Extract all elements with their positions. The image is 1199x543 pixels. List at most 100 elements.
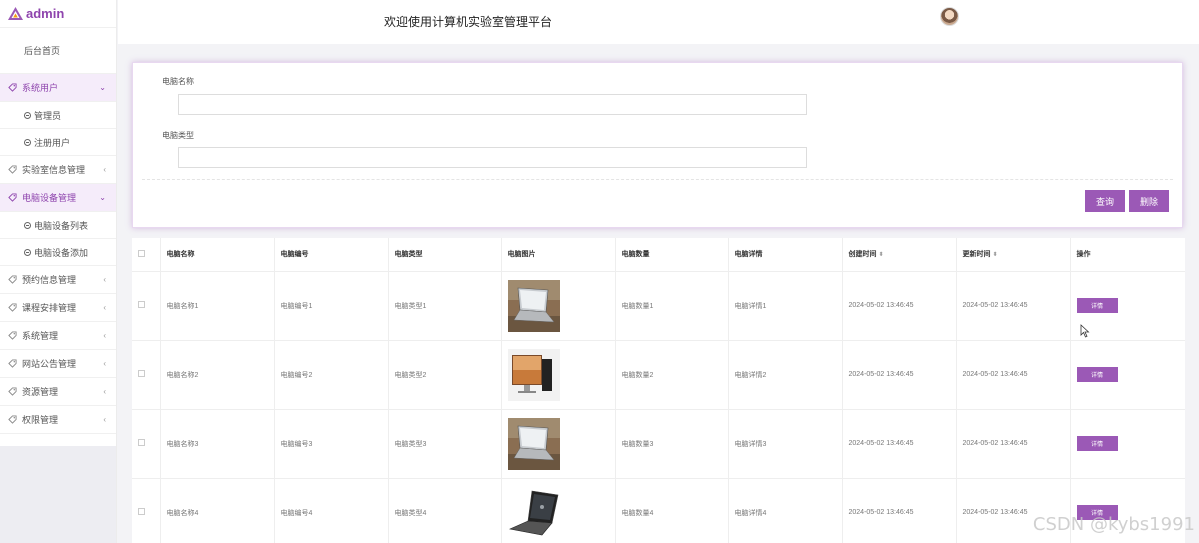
sidebar-group-label: 实验室信息管理 — [22, 165, 86, 175]
chevron-left-icon: ‹ — [103, 415, 106, 424]
cell-code: 电脑编号4 — [274, 478, 389, 543]
sidebar-item-home[interactable]: 后台首页 — [0, 28, 116, 74]
sidebar-group-1[interactable]: 实验室信息管理 ‹ — [0, 156, 116, 184]
page-title: 欢迎使用计算机实验室管理平台 — [384, 15, 553, 29]
sidebar-menu: 后台首页 系统用户 ⌄ 管理员注册用户实验室信息管理 ‹ 电脑设备管理 ⌄ 电脑设备列表电脑… — [0, 28, 116, 434]
sidebar-group-5[interactable]: 系统管理 ‹ — [0, 322, 116, 350]
computer-type-label: 电脑类型 — [162, 131, 194, 140]
sidebar: admin 后台首页 系统用户 ⌄ 管理员 注册用户 实验室信息管理 ‹ 电脑设备管理 ⌄ 电脑… — [0, 0, 117, 543]
sidebar-group-label: 系统管理 — [22, 331, 59, 341]
detail-button[interactable]: 详情 — [1076, 298, 1118, 313]
select-all-cell[interactable] — [132, 238, 161, 272]
computer-name-input[interactable] — [178, 94, 807, 115]
mouse-cursor-icon — [1080, 324, 1090, 338]
cell-created: 2024-05-02 13:46:45 — [842, 271, 957, 341]
cell-image — [501, 409, 616, 479]
row-checkbox[interactable] — [138, 301, 145, 308]
chevron-down-icon: ⌄ — [99, 83, 106, 92]
cell-qty: 电脑数量3 — [615, 409, 729, 479]
sidebar-group-label: 课程安排管理 — [22, 303, 77, 313]
row-select-cell[interactable] — [132, 340, 161, 410]
sidebar-group-0[interactable]: 系统用户 ⌄ — [0, 74, 116, 102]
cell-code: 电脑编号3 — [274, 409, 389, 479]
cell-updated: 2024-05-02 13:46:45 — [956, 340, 1071, 410]
sidebar-subitem-0-1[interactable]: 注册用户 — [0, 129, 116, 156]
table-row[interactable]: 电脑名称3 电脑编号3 电脑类型3 电脑数量3 电脑详情3 2024-05-02 13:4… — [132, 409, 1185, 479]
sidebar-subitem-2-1[interactable]: 电脑设备添加 — [0, 239, 116, 266]
row-checkbox[interactable] — [138, 370, 145, 377]
sidebar-subitem-label: 注册用户 — [34, 137, 71, 148]
computer-image — [507, 417, 615, 470]
panel-divider — [142, 179, 1173, 180]
top-header: 欢迎使用计算机实验室管理平台 — [118, 0, 1199, 44]
chevron-down-icon: ⌄ — [99, 193, 106, 202]
updated-label: 更新时间 — [962, 251, 991, 259]
sidebar-empty-area — [0, 446, 116, 543]
select-all-checkbox[interactable] — [138, 249, 145, 257]
column-header-created[interactable]: 创建时间 ⬍ — [842, 238, 957, 272]
table-row[interactable]: 电脑名称1 电脑编号1 电脑类型1 电脑数量1 电脑详情1 2024-05-02 13:4… — [132, 271, 1185, 341]
tag-icon — [8, 83, 17, 92]
logo[interactable]: admin — [0, 0, 116, 28]
tag-icon — [8, 165, 17, 174]
cell-image — [501, 478, 616, 543]
logo-icon — [8, 7, 23, 20]
table-row[interactable]: 电脑名称4 电脑编号4 电脑类型4 电脑数量4 电脑详情4 2024-05-02 13:4… — [132, 478, 1185, 543]
logo-text: admin — [26, 6, 65, 21]
cell-created: 2024-05-02 13:46:45 — [842, 409, 957, 479]
column-header-name: 电脑名称 — [160, 238, 275, 272]
sidebar-group-label: 网站公告管理 — [22, 359, 77, 369]
row-checkbox[interactable] — [138, 439, 145, 446]
row-checkbox[interactable] — [138, 508, 145, 515]
column-header-type: 电脑类型 — [388, 238, 502, 272]
column-header-updated[interactable]: 更新时间 ⬍ — [956, 238, 1071, 272]
sidebar-group-3[interactable]: 预约信息管理 ‹ — [0, 266, 116, 294]
tag-icon — [8, 193, 17, 202]
sort-icon[interactable]: ⬍ — [879, 252, 884, 258]
cell-updated: 2024-05-02 13:46:45 — [956, 271, 1071, 341]
sidebar-group-8[interactable]: 权限管理 ‹ — [0, 406, 116, 434]
delete-button[interactable]: 删除 — [1129, 190, 1169, 212]
tag-icon — [8, 331, 17, 340]
detail-button[interactable]: 详情 — [1076, 436, 1118, 451]
sidebar-group-4[interactable]: 课程安排管理 ‹ — [0, 294, 116, 322]
chevron-left-icon: ‹ — [103, 275, 106, 284]
tag-icon — [8, 303, 17, 312]
sidebar-group-label: 权限管理 — [22, 415, 59, 425]
sidebar-subitem-0-0[interactable]: 管理员 — [0, 102, 116, 129]
table-row[interactable]: 电脑名称2 电脑编号2 电脑类型2 电脑数量2 电脑详情2 2024-05-02 13:4… — [132, 340, 1185, 410]
column-header-code: 电脑编号 — [274, 238, 389, 272]
chevron-left-icon: ‹ — [103, 303, 106, 312]
cell-detail: 电脑详情1 — [728, 271, 843, 341]
cell-code: 电脑编号1 — [274, 271, 389, 341]
chevron-left-icon: ‹ — [103, 359, 106, 368]
row-select-cell[interactable] — [132, 409, 161, 479]
computer-type-input[interactable] — [178, 147, 807, 168]
cell-name: 电脑名称1 — [160, 271, 275, 341]
circle-icon — [24, 111, 31, 119]
row-select-cell[interactable] — [132, 478, 161, 543]
user-avatar[interactable] — [940, 7, 959, 26]
chevron-left-icon: ‹ — [103, 387, 106, 396]
row-select-cell[interactable] — [132, 271, 161, 341]
query-button[interactable]: 查询 — [1085, 190, 1125, 212]
sort-icon[interactable]: ⬍ — [993, 252, 998, 258]
sidebar-group-7[interactable]: 资源管理 ‹ — [0, 378, 116, 406]
sidebar-group-6[interactable]: 网站公告管理 ‹ — [0, 350, 116, 378]
detail-button[interactable]: 详情 — [1076, 367, 1118, 382]
cell-code: 电脑编号2 — [274, 340, 389, 410]
cell-image — [501, 340, 616, 410]
sidebar-subitem-label: 电脑设备添加 — [34, 247, 89, 258]
sidebar-subitem-label: 管理员 — [34, 110, 62, 121]
sidebar-subitem-2-0[interactable]: 电脑设备列表 — [0, 212, 116, 239]
chevron-left-icon: ‹ — [103, 165, 106, 174]
cell-qty: 电脑数量2 — [615, 340, 729, 410]
cell-actions: 详情 — [1070, 409, 1185, 479]
sidebar-group-2[interactable]: 电脑设备管理 ⌄ — [0, 184, 116, 212]
sidebar-group-label: 资源管理 — [22, 387, 59, 397]
circle-icon — [24, 248, 31, 256]
created-label: 创建时间 — [848, 251, 877, 259]
cell-detail: 电脑详情3 — [728, 409, 843, 479]
cell-name: 电脑名称3 — [160, 409, 275, 479]
sidebar-group-label: 预约信息管理 — [22, 275, 77, 285]
